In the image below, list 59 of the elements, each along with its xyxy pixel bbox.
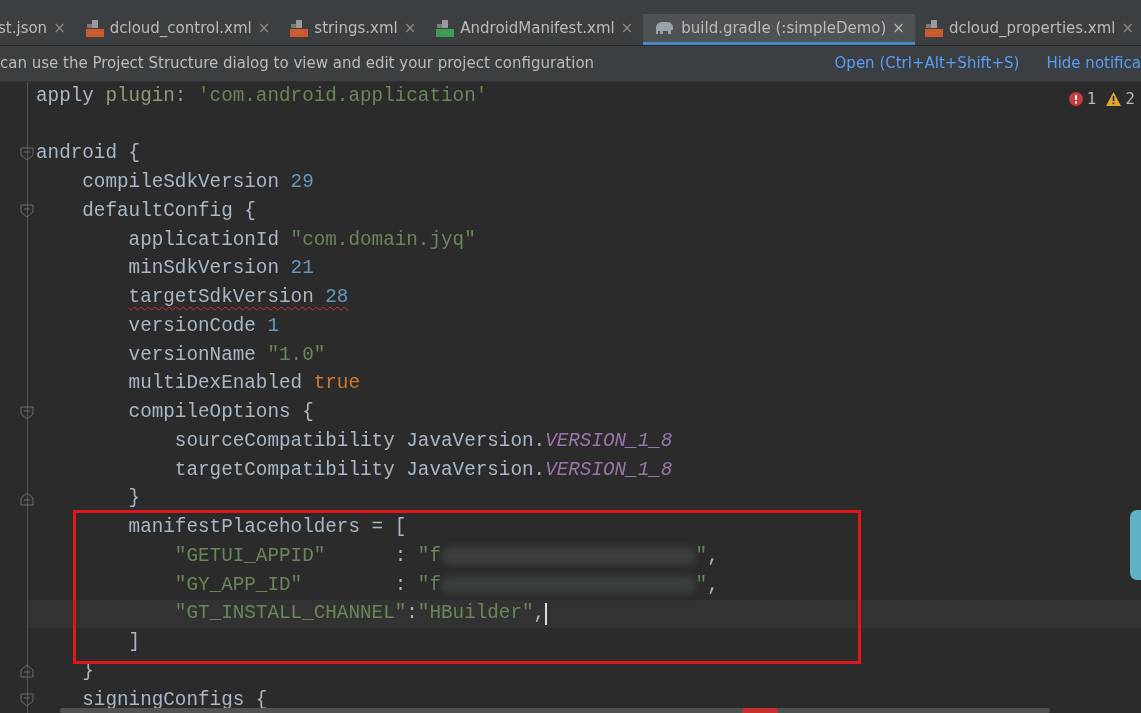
tab-label: dcloud_control.xml: [109, 17, 252, 39]
editor-tab[interactable]: dcloud_control.xml ×: [75, 14, 281, 45]
notification-text: can use the Project Structure dialog to view and edit your project configuration: [0, 53, 595, 75]
editor-tab[interactable]: strings.xml ×: [280, 14, 427, 45]
xml-file-icon: [924, 19, 943, 37]
code-text: ",: [695, 543, 719, 569]
close-icon[interactable]: ×: [1121, 16, 1135, 40]
editor-tab[interactable]: AndroidManifest.xml ×: [426, 14, 644, 45]
tab-label: AndroidManifest.xml: [460, 17, 615, 39]
code-line: compileOptions {: [128, 400, 314, 426]
close-icon[interactable]: ×: [403, 16, 417, 40]
fold-icon[interactable]: [20, 693, 34, 708]
code-line: apply plugin: 'com.android.application': [36, 83, 488, 109]
code-line: android {: [36, 141, 141, 167]
code-line: multiDexEnabled true: [128, 371, 360, 397]
close-icon[interactable]: ×: [892, 16, 905, 40]
xml-file-icon: [85, 19, 104, 37]
xml-file-icon: [290, 19, 309, 37]
code-text: ",: [695, 572, 719, 598]
code-line: manifestPlaceholders = [: [128, 515, 407, 541]
error-count: 1: [1086, 89, 1097, 110]
code-line: }: [128, 486, 141, 512]
code-line: ]: [128, 630, 141, 656]
notification-link[interactable]: Open (Ctrl+Alt+Shift+S): [834, 52, 1020, 75]
code-line: compileSdkVersion 29: [82, 170, 314, 196]
close-icon[interactable]: ×: [620, 16, 634, 40]
error-icon: [1068, 92, 1083, 107]
side-widget: [1130, 510, 1141, 580]
scrollbar[interactable]: [60, 708, 1050, 713]
fold-icon[interactable]: [20, 204, 34, 219]
close-icon[interactable]: ×: [53, 16, 66, 40]
tab-label: build.gradle (:simpleDemo): [681, 17, 887, 39]
warning-icon: [1106, 92, 1122, 107]
code-text: "GETUI_APPID" : "f: [174, 543, 441, 569]
editor-tab[interactable]: build.gradle (:simpleDemo) ×: [643, 14, 915, 45]
fold-icon[interactable]: [20, 491, 34, 506]
floating-widget: [742, 708, 778, 713]
code-line: minSdkVersion 21: [128, 256, 314, 282]
code-line: sourceCompatibility JavaVersion.VERSION_1_8: [174, 428, 673, 454]
code-text: "GY_APP_ID" : "f: [174, 572, 441, 598]
code-line: versionCode 1: [128, 313, 279, 339]
manifest-file-icon: [436, 19, 455, 37]
code-line: versionName "1.0": [128, 342, 326, 368]
close-icon[interactable]: ×: [257, 16, 271, 40]
code-line: targetCompatibility JavaVersion.VERSION_1_8: [174, 457, 673, 483]
code-line: "GT_INSTALL_CHANNEL":"HBuilder",: [174, 601, 546, 627]
code-line: defaultConfig {: [82, 198, 256, 224]
fold-icon[interactable]: [20, 664, 34, 679]
fold-icon[interactable]: [20, 405, 34, 420]
tab-label: strings.xml: [314, 17, 398, 39]
tab-label: dcloud_properties.xml: [948, 17, 1116, 39]
editor-tab[interactable]: dcloud_properties.xml ×: [914, 14, 1141, 45]
text-caret: [545, 602, 548, 625]
notification-link[interactable]: Hide notifica: [1046, 52, 1141, 75]
fold-icon[interactable]: [20, 146, 34, 161]
code-line: applicationId "com.domain.jyq": [128, 227, 476, 253]
elephant-icon: [653, 20, 676, 36]
code-line: targetSdkVersion 28: [128, 285, 349, 311]
warning-count: 2: [1125, 89, 1135, 110]
